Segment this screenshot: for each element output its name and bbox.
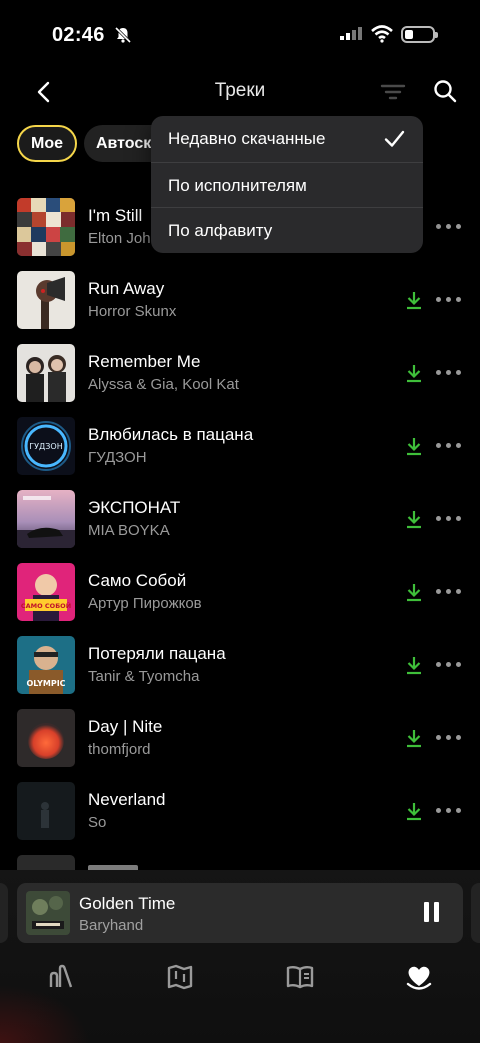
track-cover: ГУДЗОН — [17, 417, 75, 475]
track-cover — [17, 198, 75, 256]
downloaded-icon — [407, 365, 421, 383]
sort-option-label: По исполнителям — [168, 176, 307, 195]
downloaded-icon — [407, 803, 421, 821]
track-title: Влюбилась в пацана — [88, 425, 254, 444]
more-options-icon[interactable] — [436, 369, 462, 377]
track-title: Run Away — [88, 279, 165, 298]
downloaded-icon — [407, 438, 421, 456]
more-options-icon[interactable] — [436, 442, 462, 450]
sort-icon[interactable] — [380, 80, 406, 104]
next-track-card[interactable] — [471, 883, 480, 943]
track-title: Потеряли пацана — [88, 644, 226, 663]
cellular-signal-icon — [340, 27, 362, 40]
track-artist: thomfjord — [88, 741, 151, 758]
filter-chip-mine[interactable]: Мое — [17, 125, 77, 162]
downloaded-icon — [407, 584, 421, 602]
track-row[interactable]: САМО СОБОЙ Само Собой Артур Пирожков — [0, 563, 480, 636]
now-playing-cover — [26, 891, 70, 935]
more-options-icon[interactable] — [436, 734, 462, 742]
cover-text: OLYMPIC — [26, 679, 65, 688]
more-options-icon[interactable] — [436, 661, 462, 669]
track-cover — [17, 782, 75, 840]
mini-player[interactable]: Golden Time Baryhand — [17, 883, 463, 943]
track-title: Neverland — [88, 790, 166, 809]
downloaded-icon — [407, 292, 421, 310]
bell-muted-icon — [114, 26, 132, 44]
corner-glow — [0, 985, 90, 1043]
sort-menu: Недавно скачанные По исполнителям По алф… — [151, 116, 423, 253]
track-cover: OLYMPIC — [17, 636, 75, 694]
sort-option-label: По алфавиту — [168, 221, 273, 240]
more-options-icon[interactable] — [436, 223, 462, 231]
status-bar: 02:46 — [0, 0, 480, 70]
status-time: 02:46 — [52, 24, 105, 46]
track-row[interactable]: ЭКСПОНАТ MIA BOYKA — [0, 490, 480, 563]
sort-option-alphabetical[interactable]: По алфавиту — [151, 208, 423, 254]
map-icon[interactable] — [165, 962, 195, 992]
battery-icon — [401, 26, 438, 43]
cover-text: ГУДЗОН — [29, 442, 62, 451]
downloaded-icon — [407, 657, 421, 675]
track-row[interactable]: Day | Nite thomfjord — [0, 709, 480, 782]
track-cover — [17, 709, 75, 767]
track-row[interactable]: Remember Me Alyssa & Gia, Kool Kat — [0, 344, 480, 417]
prev-track-card[interactable] — [0, 883, 8, 943]
home-icon[interactable] — [46, 962, 76, 992]
downloaded-icon — [407, 511, 421, 529]
pause-icon[interactable] — [424, 902, 440, 924]
track-cover: САМО СОБОЙ — [17, 563, 75, 621]
sort-option-by-artist[interactable]: По исполнителям — [151, 163, 423, 209]
book-icon[interactable] — [285, 962, 315, 992]
sort-option-recent[interactable]: Недавно скачанные — [151, 116, 423, 162]
now-playing-title: Golden Time — [79, 894, 176, 913]
track-artist: Alyssa & Gia, Kool Kat — [88, 376, 239, 393]
more-options-icon[interactable] — [436, 296, 462, 304]
search-icon[interactable] — [432, 78, 458, 104]
track-artist: Elton Joh — [88, 230, 151, 247]
track-artist: ГУДЗОН — [88, 449, 147, 466]
track-row[interactable]: Neverland So — [0, 782, 480, 855]
checkmark-icon — [384, 130, 405, 147]
track-artist: So — [88, 814, 107, 831]
track-title: Само Собой — [88, 571, 187, 590]
more-options-icon[interactable] — [436, 588, 462, 596]
track-artist: Tanir & Tyomcha — [88, 668, 200, 685]
track-title: Day | Nite — [88, 717, 163, 736]
track-row[interactable]: Run Away Horror Skunx — [0, 271, 480, 344]
more-options-icon[interactable] — [436, 807, 462, 815]
now-playing-artist: Baryhand — [79, 917, 144, 934]
wifi-icon — [371, 25, 393, 43]
track-title: ЭКСПОНАТ — [88, 498, 181, 517]
more-options-icon[interactable] — [436, 515, 462, 523]
sort-option-label: Недавно скачанные — [168, 129, 326, 148]
track-row[interactable]: ГУДЗОН Влюбилась в пацана ГУДЗОН — [0, 417, 480, 490]
track-artist: Horror Skunx — [88, 303, 177, 320]
track-artist: MIA BOYKA — [88, 522, 170, 539]
track-title: Remember Me — [88, 352, 201, 371]
downloaded-icon — [407, 730, 421, 748]
page-title: Треки — [214, 80, 266, 101]
track-cover — [17, 271, 75, 329]
track-artist: Артур Пирожков — [88, 595, 202, 612]
track-row[interactable]: OLYMPIC Потеряли пацана Tanir & Tyomcha — [0, 636, 480, 709]
track-cover — [17, 490, 75, 548]
cover-text: САМО СОБОЙ — [21, 601, 71, 610]
track-cover — [17, 344, 75, 402]
heart-icon[interactable] — [404, 962, 434, 992]
track-title: I'm Still — [88, 206, 143, 225]
